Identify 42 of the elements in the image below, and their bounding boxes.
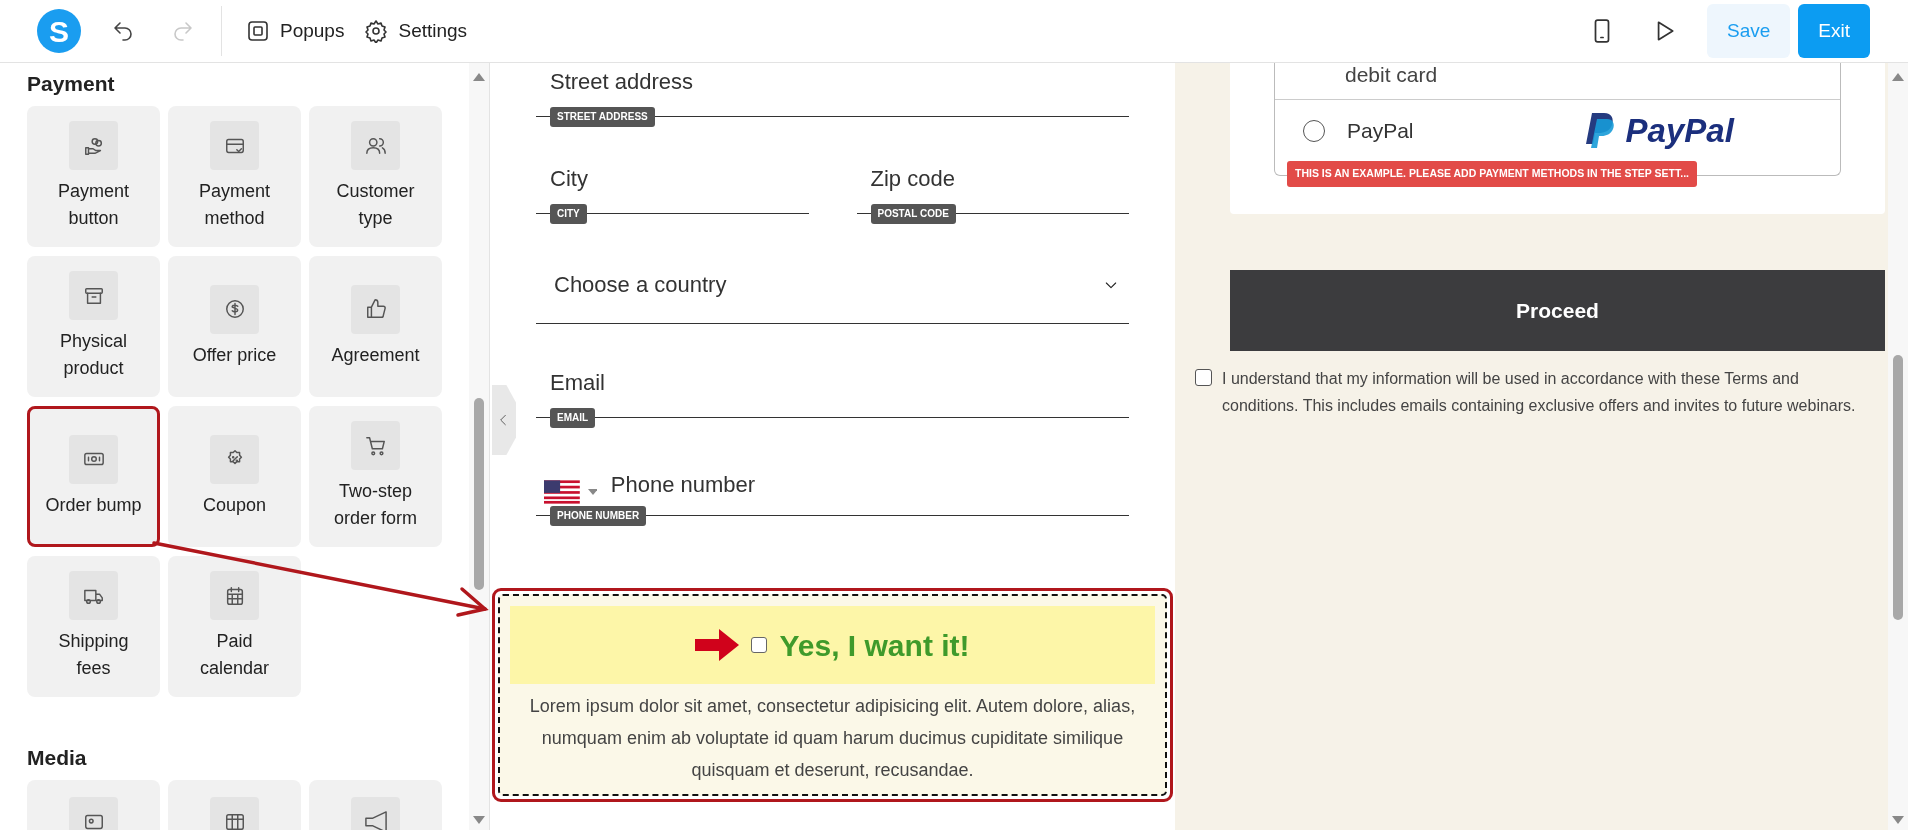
tile-label: Physical product [59, 330, 128, 381]
tile-label: Payment button [56, 180, 130, 231]
field-tag: STREET ADDRESS [550, 107, 655, 127]
field-tag: POSTAL CODE [870, 204, 956, 224]
element-tile[interactable]: Payment method [168, 106, 301, 248]
field-tag: CITY [550, 204, 587, 224]
section-heading: Payment [27, 71, 116, 97]
section-heading: Media [27, 745, 88, 772]
element-tile[interactable]: Coupon [168, 406, 301, 548]
tile-label: Offer price [192, 343, 277, 367]
element-tile[interactable]: Order bump [27, 406, 160, 548]
order-bump-block[interactable]: Yes, I want it! Lorem ipsum dolor sit amet, consectetur adipisicing elit. Autem dolore, alias, numquam enim ab voluptate id quam harum ducimus cupiditate similique quisquam et deserunt, recusandae. [492, 588, 1173, 802]
tile-label: Shipping fees [57, 630, 130, 681]
element-tile[interactable]: Two-step order form [309, 406, 442, 548]
element-tile[interactable]: Offer price [168, 256, 301, 398]
country-select[interactable]: Choose a country [536, 268, 1129, 324]
element-tile[interactable]: Paid calendar [168, 556, 301, 698]
payment-method-label: PayPal [1347, 118, 1414, 145]
field-tag: PHONE NUMBER [550, 506, 647, 526]
tile-label: Paid calendar [198, 630, 270, 681]
tile-label: Payment method [197, 180, 271, 231]
element-tile[interactable]: Agreement [309, 256, 442, 398]
terms-text: I understand that my information will be used in accordance with these Terms and conditions. This includes emails containing exclusive offers and invites to future webinars. [1222, 369, 1857, 416]
element-tile[interactable]: Shipping fees [27, 556, 160, 698]
proceed-button[interactable]: Proceed [1230, 270, 1885, 351]
element-tile[interactable]: Customer type [309, 106, 442, 248]
tile-label: Customer type [335, 180, 416, 231]
warning-badge: THIS IS AN EXAMPLE. PLEASE ADD PAYMENT METHODS IN THE STEP SETT... [1287, 161, 1697, 187]
element-tile[interactable]: Physical product [27, 256, 160, 398]
payment-method-option[interactable]: PayPal PayPal [1275, 100, 1840, 162]
payment-method-label: debit card [1345, 64, 1438, 85]
tile-label: Agreement [331, 343, 420, 367]
order-bump-description: Lorem ipsum dolor sit amet, consectetur adipisicing elit. Autem dolore, alias, numquam enim ab voluptate id quam harum ducimus cupiditate similique quisquam et deserunt, recusandae. [528, 695, 1137, 782]
element-tile[interactable]: Payment button [27, 106, 160, 248]
tile-label: Order bump [45, 493, 142, 517]
field-tag: EMAIL [550, 408, 596, 428]
paypal-logo-text: PayPal [1625, 111, 1734, 152]
popups-menu-button[interactable]: Popups [236, 10, 355, 52]
tile-label: Two-step order form [333, 480, 418, 531]
tile-label: Coupon [202, 493, 267, 517]
settings-menu-button[interactable]: Settings [354, 10, 478, 52]
order-bump-headline: Yes, I want it! [779, 627, 970, 664]
